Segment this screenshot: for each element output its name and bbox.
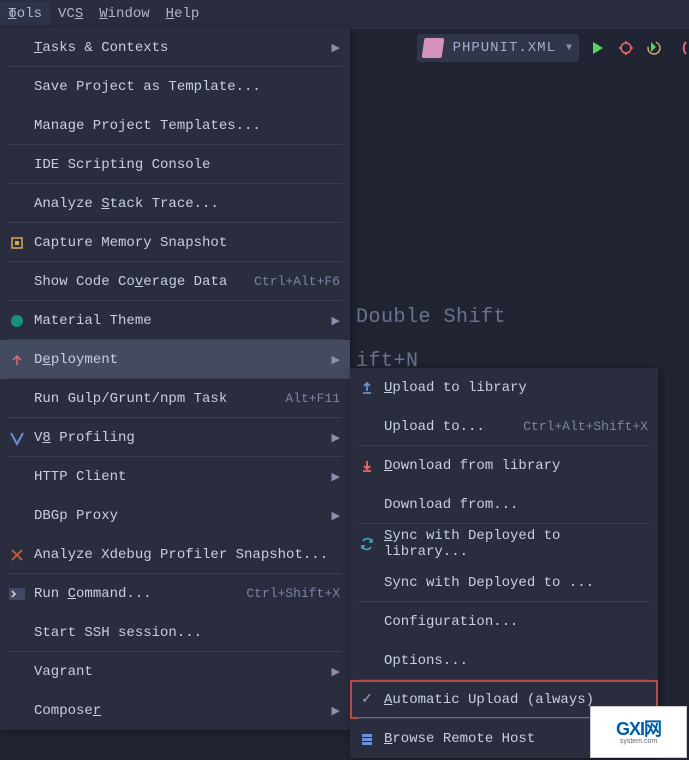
run-config-dropdown[interactable]: PHPUNIT.XML ▼ [417,34,579,62]
menu-item-http[interactable]: HTTP Client ▶ [0,457,350,496]
label: Run Gulp/Grunt/npm Task [34,391,227,407]
shortcut: Ctrl+Shift+X [246,586,340,601]
download-icon [358,457,376,475]
sub-syncwith[interactable]: Sync with Deployed to ... [350,563,658,602]
submenu-arrow-icon: ▶ [332,665,340,679]
label: Configuration... [384,614,518,630]
server-icon [358,730,376,748]
cross-icon [8,546,26,564]
run-config-icon [421,38,444,58]
label: Upload to... [384,419,485,435]
submenu-arrow-icon: ▶ [332,470,340,484]
chip-icon [8,234,26,252]
submenu-arrow-icon: ▶ [332,431,340,445]
shortcut: Alt+F11 [285,391,340,406]
label: DBGp Proxy [34,508,118,524]
menu-item-stack-trace[interactable]: Analyze Stack Trace... [0,184,350,223]
label: Options... [384,653,468,669]
menu-help[interactable]: Help [158,2,208,26]
menu-item-tasks[interactable]: Tasks & Contexts▶ [0,28,350,67]
label: Start SSH session... [34,625,202,641]
submenu-arrow-icon: ▶ [332,509,340,523]
sub-upload[interactable]: Upload to library [350,368,658,407]
menu-item-material[interactable]: Material Theme ▶ [0,301,350,340]
run-config-label: PHPUNIT.XML [453,40,556,56]
deployment-submenu: Upload to library Upload to... Ctrl+Alt+S… [350,368,658,758]
label: Analyze Xdebug Profiler Snapshot... [34,547,328,563]
chevron-down-icon: ▼ [566,43,573,54]
menu-item-coverage[interactable]: Show Code Coverage DataCtrl+Alt+F6 [0,262,350,301]
label: Vagrant [34,664,93,680]
menu-item-xdebug[interactable]: Analyze Xdebug Profiler Snapshot... [0,535,350,574]
sub-config[interactable]: Configuration... [350,602,658,641]
label: Manage Project Templates... [34,118,261,134]
watermark: GXI网 system.com [590,706,687,758]
stop-icon[interactable] [673,39,689,57]
run-icon[interactable] [589,39,607,57]
menu-item-run-command[interactable]: Run Command...Ctrl+Shift+X [0,574,350,613]
label: Download from... [384,497,518,513]
label: Material Theme [34,313,152,329]
menubar: Tools VCS Window Help [0,0,689,29]
sub-options[interactable]: Options... [350,641,658,680]
menu-item-dbgp[interactable]: DBGp Proxy ▶ [0,496,350,535]
menu-vcs[interactable]: VCS [50,2,91,26]
coverage-icon[interactable] [645,39,663,57]
label: Capture Memory Snapshot [34,235,227,251]
sub-sync[interactable]: Sync with Deployed to library... [350,524,658,563]
label: HTTP Client [34,469,126,485]
upload-icon [8,351,26,369]
menu-item-v8[interactable]: V8 Profiling▶ [0,418,350,457]
menu-tools[interactable]: Tools [0,2,50,26]
sub-uploadto[interactable]: Upload to... Ctrl+Alt+Shift+X [350,407,658,446]
menu-tools-label: ools [8,6,42,22]
label: IDE Scripting Console [34,157,210,173]
terminal-icon [8,585,26,603]
tools-menu: Tasks & Contexts▶ Save Project as Templa… [0,28,350,730]
menu-item-capture[interactable]: Capture Memory Snapshot [0,223,350,262]
upload-icon [358,379,376,397]
submenu-arrow-icon: ▶ [332,314,340,328]
submenu-arrow-icon: ▶ [332,353,340,367]
shortcut: Ctrl+Alt+Shift+X [523,419,648,434]
watermark-url: system.com [620,738,657,745]
v8-icon [8,429,26,447]
toolbar: PHPUNIT.XML ▼ [417,28,689,68]
menu-item-vagrant[interactable]: Vagrant ▶ [0,652,350,691]
menu-item-scripting[interactable]: IDE Scripting Console [0,145,350,184]
menu-item-save-template[interactable]: Save Project as Template... [0,67,350,106]
watermark-brand: GXI网 [616,720,661,738]
label: Save Project as Template... [34,79,261,95]
menu-window[interactable]: Window [91,2,157,26]
submenu-arrow-icon: ▶ [332,704,340,718]
submenu-arrow-icon: ▶ [332,41,340,55]
menu-item-composer[interactable]: Composer▶ [0,691,350,730]
menu-item-gulp[interactable]: Run Gulp/Grunt/npm Task Alt+F11 [0,379,350,418]
debug-icon[interactable] [617,39,635,57]
label: Sync with Deployed to ... [384,575,594,591]
bg-hint-double-shift: Double Shift [356,306,506,329]
sync-icon [358,535,376,553]
check-icon: ✓ [358,691,376,709]
menu-item-manage-templates[interactable]: Manage Project Templates... [0,106,350,145]
menu-item-deployment[interactable]: Deployment▶ [0,340,350,379]
circle-icon [8,312,26,330]
sub-download[interactable]: Download from library [350,446,658,485]
menu-item-ssh[interactable]: Start SSH session... [0,613,350,652]
sub-downloadfrom[interactable]: Download from... [350,485,658,524]
shortcut: Ctrl+Alt+F6 [254,274,340,289]
